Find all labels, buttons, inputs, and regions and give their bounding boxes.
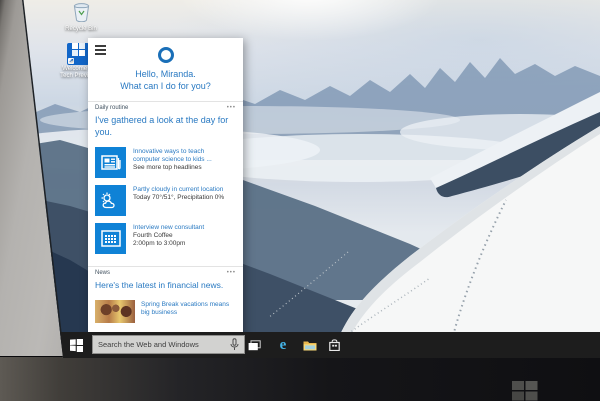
section-news: News ••• (88, 266, 243, 278)
photo-of-monitor: Recycle Bin ↗ Welcome to Tech Preview He… (0, 0, 600, 401)
section-label: News (95, 270, 110, 276)
store-button[interactable] (323, 332, 345, 358)
file-explorer-button[interactable] (299, 332, 321, 358)
section-label: Daily routine (95, 105, 128, 111)
desktop-icon-recycle-bin[interactable]: Recycle Bin (61, 2, 101, 33)
news-icon (95, 147, 126, 178)
card-calendar[interactable]: Interview new consultant Fourth Coffee 2… (88, 219, 243, 257)
section-menu-button[interactable]: ••• (227, 270, 236, 276)
shortcut-arrow-icon: ↗ (68, 58, 74, 64)
section-menu-button[interactable]: ••• (227, 105, 236, 111)
recycle-bin-icon (61, 2, 101, 25)
card-subtitle: Today 70°/51°, Precipitation 0% (133, 194, 224, 202)
card-title: Innovative ways to teach (133, 148, 212, 156)
microphone-icon[interactable] (230, 338, 239, 351)
news-item[interactable]: Spring Break vacations means big busines… (88, 297, 243, 326)
card-news-headline[interactable]: Innovative ways to teach computer scienc… (88, 143, 243, 181)
desktop-icon-label: Recycle Bin (65, 26, 97, 32)
card-subtitle: 2:00pm to 3:00pm (133, 240, 204, 248)
calendar-icon (95, 223, 126, 254)
cortana-greeting: Hello, Miranda. What can I do for you? (88, 68, 243, 92)
windows-tile-icon: ↗ (67, 43, 89, 65)
taskbar: e (0, 332, 600, 358)
card-title: Interview new consultant (133, 224, 204, 232)
section-daily-routine: Daily routine ••• (88, 101, 243, 113)
cortana-panel: Hello, Miranda. What can I do for you? D… (88, 38, 243, 338)
daily-intro-text: I've gathered a look at the day for you. (88, 113, 238, 143)
cortana-ring-icon (158, 47, 174, 63)
screen: Recycle Bin ↗ Welcome to Tech Preview He… (0, 0, 600, 401)
news-item-title: big business (141, 309, 229, 317)
card-title: Partly cloudy in current location (133, 186, 224, 194)
search-input[interactable] (93, 340, 230, 349)
weather-partly-cloudy-icon (95, 185, 126, 216)
card-title: computer science to kids ... (133, 156, 212, 164)
monitor-bottom-bezel (0, 356, 600, 401)
internet-explorer-button[interactable]: e (272, 332, 294, 358)
task-view-icon (248, 340, 261, 351)
internet-explorer-icon: e (280, 338, 287, 353)
windows-bezel-logo-icon (512, 381, 538, 401)
file-explorer-icon (303, 340, 317, 351)
news-intro-text: Here's the latest in financial news. (88, 278, 238, 297)
store-icon (329, 339, 340, 351)
card-weather[interactable]: Partly cloudy in current location Today … (88, 181, 243, 219)
news-thumbnail (95, 300, 135, 323)
card-subtitle: Fourth Coffee (133, 232, 204, 240)
start-button[interactable] (62, 332, 90, 358)
hamburger-menu-icon[interactable] (95, 45, 106, 57)
news-item-title: Spring Break vacations means (141, 301, 229, 309)
task-view-button[interactable] (243, 332, 265, 358)
taskbar-search (92, 335, 245, 354)
card-subtitle: See more top headlines (133, 164, 212, 172)
windows-start-icon (70, 339, 83, 352)
